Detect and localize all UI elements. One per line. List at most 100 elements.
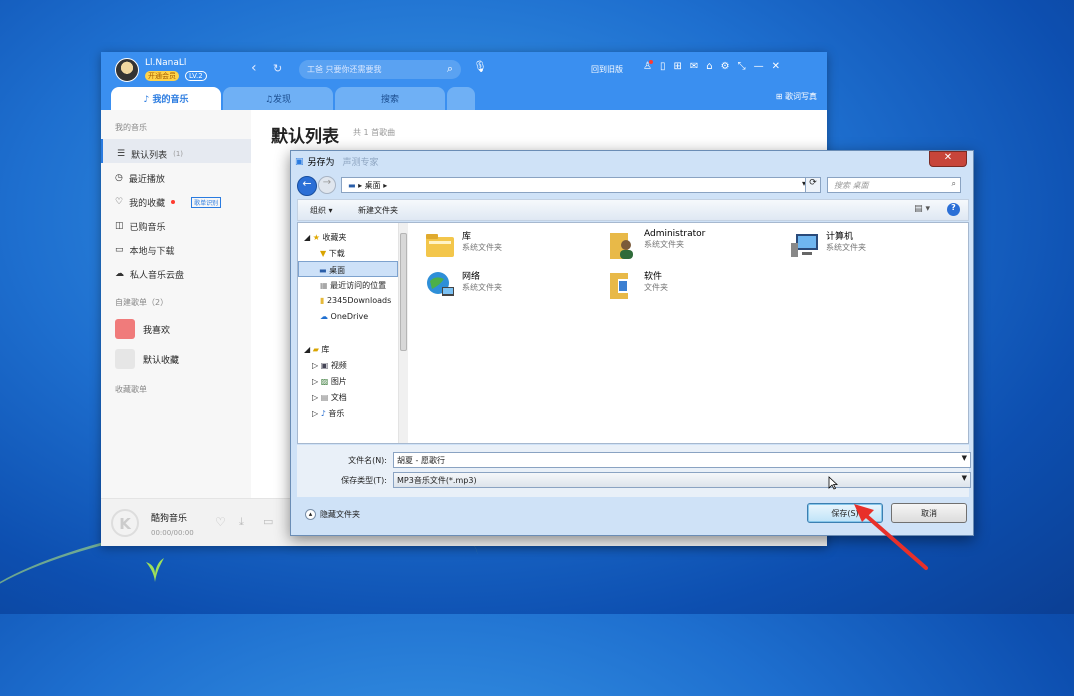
filename-field[interactable]: 胡夏 - 愿歌行 ▼ [393, 452, 971, 468]
kugou-logo-icon: K [111, 509, 139, 537]
nav-item-music[interactable]: ▷ ♪ 音乐 [298, 405, 398, 421]
comment-icon[interactable]: ▭ [263, 515, 273, 528]
file-item-network[interactable]: 网络 系统文件夹 [424, 269, 502, 301]
skin-icon[interactable]: ⌂ [706, 61, 712, 72]
desktop-icon: ▬ [319, 266, 327, 275]
old-version-link[interactable]: 回到旧版 [591, 64, 623, 75]
scroll-thumb[interactable] [400, 233, 407, 351]
playlist-item[interactable]: 默认收藏 [101, 344, 251, 374]
nav-item-favorites[interactable]: ◢ ★ 收藏夹 [298, 229, 398, 245]
vip-badge[interactable]: 开通会员 [145, 71, 179, 81]
filetype-select[interactable]: MP3音乐文件(*.mp3) ▼ [393, 472, 971, 488]
nav-item-desktop[interactable]: ▬ 桌面 [298, 261, 398, 277]
tab-search[interactable]: 搜索 [335, 87, 445, 110]
sidebar-item-recent[interactable]: ◷ 最近播放 [101, 163, 251, 187]
nav-item-pictures[interactable]: ▷ ▨ 图片 [298, 373, 398, 389]
heart-icon: ♡ [115, 197, 124, 207]
refresh-icon[interactable]: ↻ [273, 62, 282, 75]
nav-item-recent[interactable]: ▦ 最近访问的位置 [298, 277, 398, 293]
play-time: 00:00/00:00 [151, 529, 194, 537]
new-folder-button[interactable]: 新建文件夹 [358, 205, 398, 216]
breadcrumb[interactable]: ▬ ▸ 桌面 ▸ ▾ [341, 177, 811, 193]
mini-mode-icon[interactable]: ⤡ [738, 61, 746, 72]
settings-gear-icon[interactable]: ⚙ [721, 61, 730, 72]
wallpaper-leaf-icon [146, 558, 164, 582]
help-icon[interactable]: ? [947, 203, 960, 216]
minimize-icon[interactable]: — [754, 61, 764, 72]
star-icon: ★ [312, 233, 320, 242]
annotation-arrow-icon [854, 504, 928, 570]
navigation-scrollbar[interactable] [398, 223, 408, 443]
file-item-administrator[interactable]: Administrator 系统文件夹 [606, 229, 705, 261]
desktop-icon: ▬ [348, 181, 356, 190]
document-icon: ▤ [320, 393, 329, 402]
dialog-title: 另存为 [307, 158, 335, 168]
hide-folders-toggle[interactable]: ▴ 隐藏文件夹 [305, 509, 360, 520]
tab-discover[interactable]: ♫发现 [223, 87, 333, 110]
bag-icon: ◫ [115, 221, 124, 231]
search-input[interactable]: 工爸 只要你还需要我 ⌕ [299, 60, 461, 79]
computer-icon: ▭ [115, 245, 124, 255]
nav-item-libraries[interactable]: ◢ ▰ 库 [298, 341, 398, 357]
nav-item-documents[interactable]: ▷ ▤ 文档 [298, 389, 398, 405]
sidebar-item-default-list[interactable]: ☰ 默认列表 (1) [101, 139, 251, 163]
file-item-library[interactable]: 库系统文件夹 [424, 229, 502, 261]
view-options-icon[interactable]: ▤ ▾ [914, 204, 930, 214]
file-browser: ◢ ★ 收藏夹 ▼ 下载 ▬ 桌面 ▦ 最近访问的位置 ▮ 2345Downlo… [297, 222, 969, 444]
heart-cover-icon [115, 319, 135, 339]
avatar[interactable] [115, 58, 139, 82]
sidebar-item-favorites[interactable]: ♡ 我的收藏 歌单识别 [101, 187, 251, 211]
download-icon[interactable]: ⤓ [239, 515, 244, 529]
tab-my-music[interactable]: ♪ 我的音乐 [111, 87, 221, 110]
nav-item-2345downloads[interactable]: ▮ 2345Downloads [298, 293, 398, 309]
bookmark-icon[interactable]: ▯ [660, 61, 666, 72]
mail-icon[interactable]: ✉ [690, 61, 698, 72]
forward-button[interactable]: → [318, 176, 336, 194]
now-playing-title: 酷狗音乐 [151, 514, 188, 524]
dialog-close-button[interactable]: ✕ [929, 151, 967, 167]
dialog-app-icon: ▣ [295, 156, 304, 167]
like-icon[interactable]: ♡ [215, 515, 226, 529]
playlist-cover-icon [115, 349, 135, 369]
mic-icon[interactable]: 🎙 [473, 60, 487, 73]
folder-icon [610, 273, 628, 299]
navigation-pane: ◢ ★ 收藏夹 ▼ 下载 ▬ 桌面 ▦ 最近访问的位置 ▮ 2345Downlo… [298, 223, 408, 443]
music-icon: ♪ [320, 409, 326, 418]
lyrics-photo-button[interactable]: ⊞ 歌词写真 [776, 91, 817, 102]
mouse-cursor-icon [828, 476, 838, 490]
section-created: 自建歌单（2） [115, 298, 169, 307]
sidebar-item-local[interactable]: ▭ 本地与下载 [101, 235, 251, 259]
refresh-button[interactable]: ⟳ [805, 177, 821, 193]
level-badge: LV.2 [185, 71, 207, 81]
chevron-down-icon: ▼ [961, 454, 967, 462]
page-title: 默认列表 [271, 127, 339, 147]
playlist-item[interactable]: 我喜欢 [101, 314, 251, 344]
nav-item-onedrive[interactable]: ☁ OneDrive [298, 309, 398, 325]
apps-icon[interactable]: ⊞ [673, 61, 681, 72]
background-window-title: 声测专家 [342, 158, 379, 168]
library-icon [426, 234, 454, 257]
tab-extra[interactable] [447, 87, 475, 110]
nav-item-downloads[interactable]: ▼ 下载 [298, 245, 398, 261]
list-icon: ☰ [117, 149, 126, 159]
tshirt-icon[interactable]: ♙ [643, 61, 652, 72]
back-button[interactable]: ← [297, 176, 317, 196]
file-item-software[interactable]: 软件 文件夹 [606, 269, 668, 301]
back-arrow-icon[interactable]: ‹ [251, 60, 257, 76]
file-item-computer[interactable]: 计算机 系统文件夹 [788, 229, 866, 261]
library-icon: ▰ [312, 345, 319, 354]
username[interactable]: Ll.NanaLl [145, 58, 186, 68]
sidebar-item-purchased[interactable]: ◫ 已购音乐 [101, 211, 251, 235]
folder-icon: ▮ [320, 296, 325, 305]
sidebar-item-cloud[interactable]: ☁ 私人音乐云盘 [101, 259, 251, 283]
download-folder-icon: ▼ [320, 249, 327, 258]
search-input[interactable]: 搜索 桌面 ⌕ [827, 177, 961, 193]
filetype-label: 保存类型(T): [341, 476, 387, 485]
cloud-icon: ☁ [115, 269, 124, 279]
organize-button[interactable]: 组织 ▾ [310, 205, 333, 216]
search-icon[interactable]: ⌕ [952, 179, 956, 189]
close-icon[interactable]: ✕ [772, 61, 780, 72]
nav-item-videos[interactable]: ▷ ▣ 视频 [298, 357, 398, 373]
recent-icon: ▦ [320, 281, 328, 290]
search-icon[interactable]: ⌕ [447, 62, 453, 76]
